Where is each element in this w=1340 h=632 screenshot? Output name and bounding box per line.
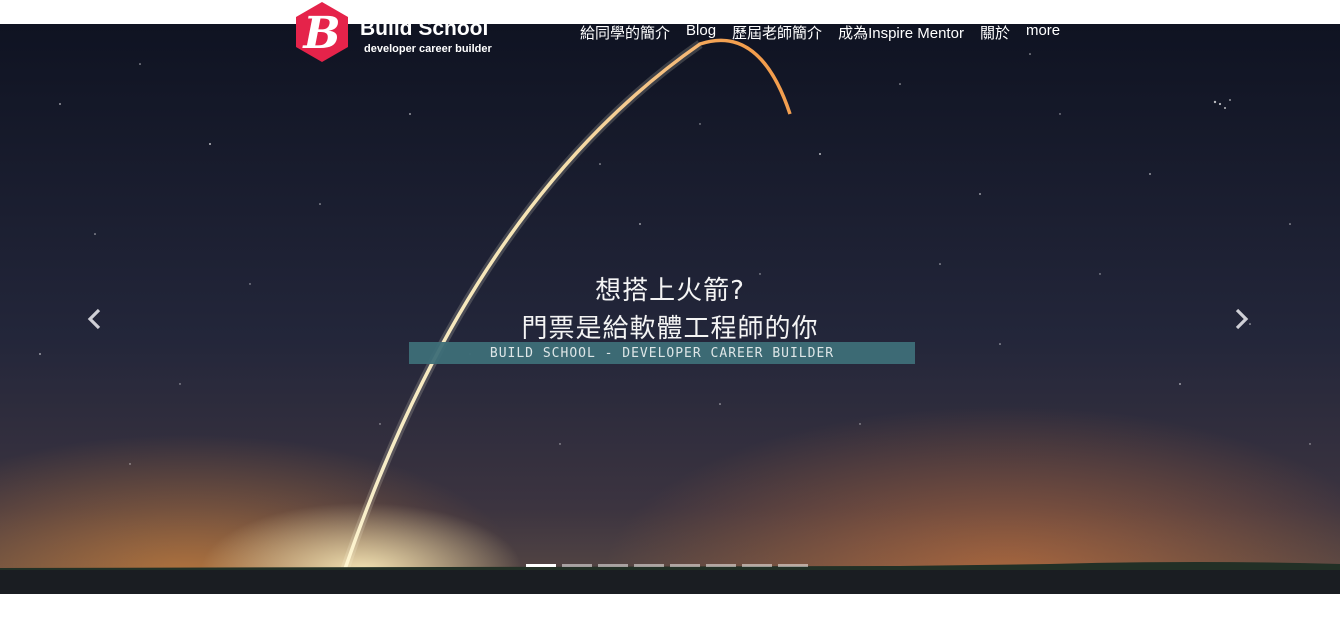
nav-item-become-mentor[interactable]: 成為Inspire Mentor	[838, 22, 964, 43]
brand-subtitle: developer career builder	[364, 43, 492, 55]
brand-logo-link[interactable]: B Build School developer career builder	[290, 0, 492, 64]
chevron-right-icon	[1235, 308, 1249, 330]
hero-tagline-banner: BUILD SCHOOL - DEVELOPER CAREER BUILDER	[409, 342, 915, 364]
hero-tagline: BUILD SCHOOL - DEVELOPER CAREER BUILDER	[489, 345, 835, 361]
carousel-indicator[interactable]	[598, 564, 628, 567]
chevron-left-icon	[87, 308, 101, 330]
carousel-indicators	[526, 564, 808, 567]
carousel-indicator[interactable]	[706, 564, 736, 567]
carousel-prev-button[interactable]	[80, 304, 110, 334]
brand-logo-letter: B	[301, 8, 340, 59]
carousel-indicator[interactable]	[670, 564, 700, 567]
nav-item-blog[interactable]: Blog	[686, 22, 716, 43]
carousel-indicator[interactable]	[778, 564, 808, 567]
hero-headline-line2: 門票是給軟體工程師的你	[521, 314, 819, 344]
carousel-indicator[interactable]	[526, 564, 556, 567]
nav-item-teachers[interactable]: 歷屆老師簡介	[732, 22, 822, 43]
nav-item-student-intro[interactable]: 給同學的簡介	[580, 22, 670, 43]
top-white-bar	[0, 0, 1340, 24]
carousel-indicator[interactable]	[634, 564, 664, 567]
brand-text: Build School developer career builder	[360, 18, 492, 56]
nav-item-more[interactable]: more	[1026, 22, 1060, 43]
carousel-indicator[interactable]	[562, 564, 592, 567]
carousel-indicator[interactable]	[742, 564, 772, 567]
brand-logo-mark: B	[296, 2, 348, 62]
carousel-next-button[interactable]	[1226, 304, 1256, 334]
main-nav: 給同學的簡介 Blog 歷屆老師簡介 成為Inspire Mentor 關於 m…	[580, 22, 1060, 43]
nav-item-about[interactable]: 關於	[980, 22, 1010, 43]
hero-headline-line1: 想搭上火箭?	[595, 276, 745, 306]
hero-carousel: 想搭上火箭? 門票是給軟體工程師的你 BUILD SCHOOL - DEVELO…	[0, 24, 1340, 594]
brand-title: Build School	[360, 17, 489, 40]
